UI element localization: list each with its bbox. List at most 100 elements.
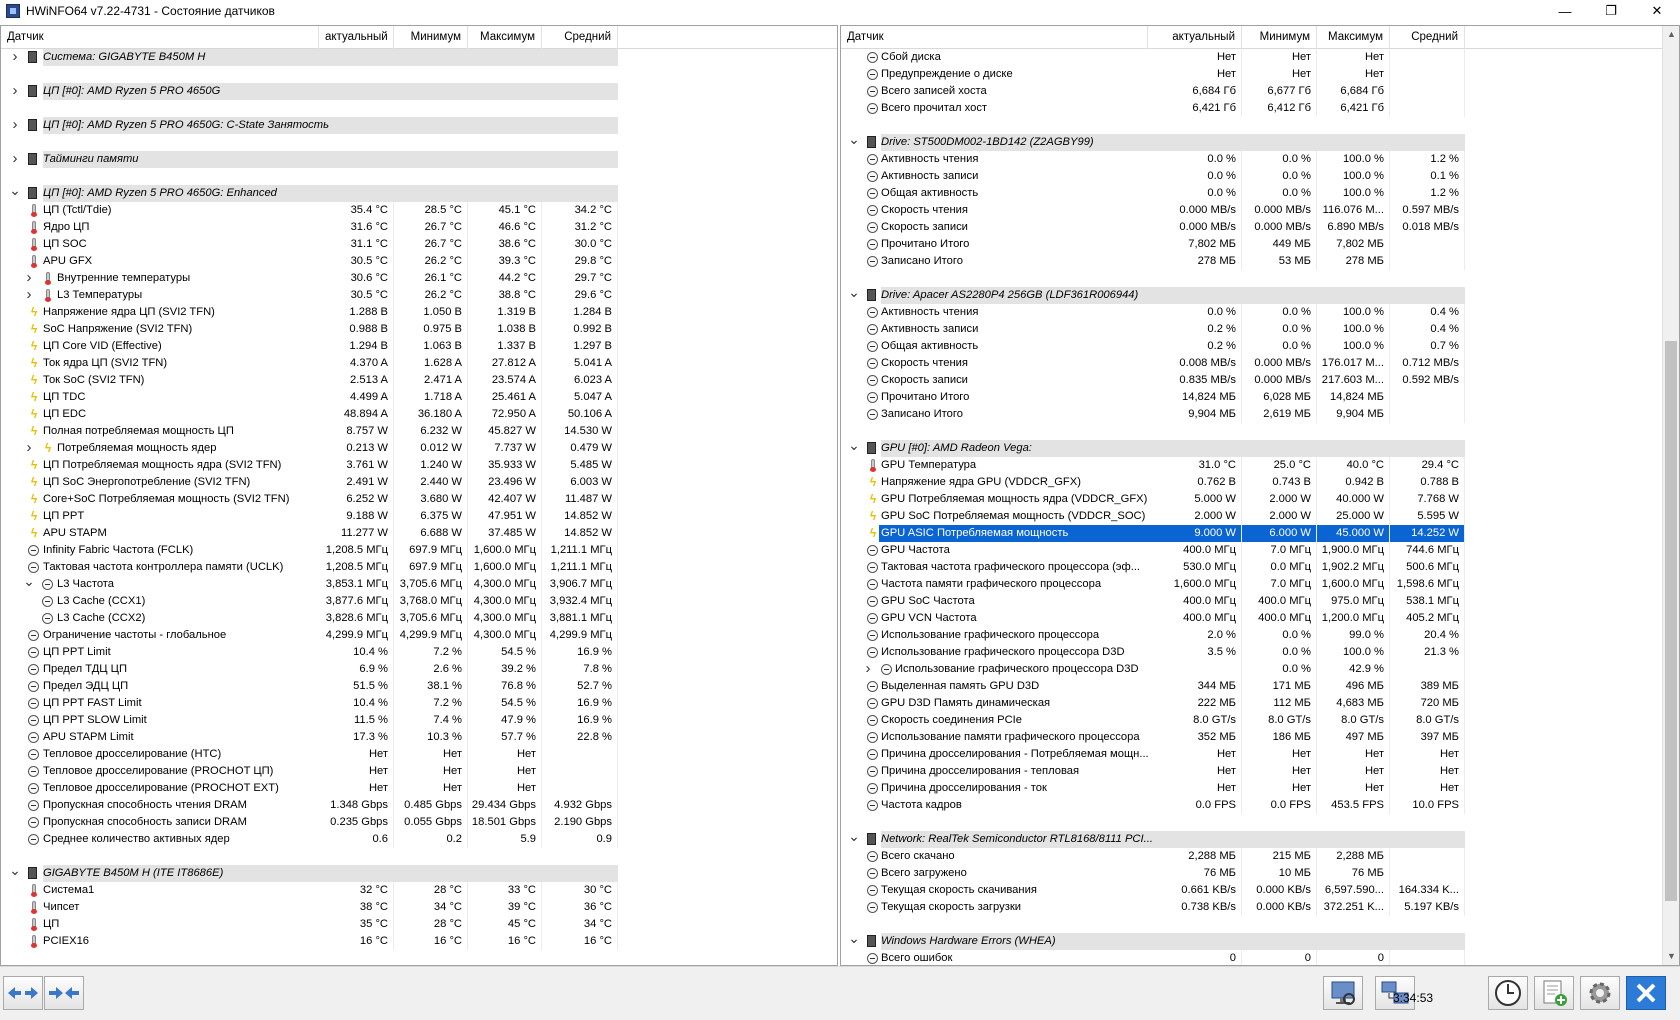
right-sensor-pane[interactable]: Датчик актуальный Минимум Максимум Средн… (840, 25, 1680, 966)
sensor-row[interactable]: Частота кадров 0.0 FPS 0.0 FPS 453.5 FPS 10.… (841, 797, 1465, 814)
sensor-row[interactable]: Сбой диска Нет Нет Нет (841, 49, 1465, 66)
sensor-row[interactable]: ϟ APU STAPM 11.277 W 6.688 W 37.485 W 14.852 … (1, 525, 618, 542)
timer-reset-button[interactable] (1488, 976, 1528, 1010)
sensor-group-row[interactable]: › Тайминги памяти (1, 151, 618, 168)
expand-chevron-icon[interactable]: › (23, 440, 35, 457)
sensor-row[interactable]: Предел ТДЦ ЦП 6.9 % 2.6 % 39.2 % 7.8 % (1, 661, 618, 678)
left-sensor-pane[interactable]: Датчик актуальный Минимум Максимум Средн… (0, 25, 838, 966)
sensor-row[interactable]: Пропускная способность записи DRAM 0.235 … (1, 814, 618, 831)
collapse-chevron-icon[interactable]: ⌄ (9, 863, 21, 882)
expand-chevron-icon[interactable]: › (23, 270, 35, 287)
sensor-row[interactable]: Система1 32 °C 28 °C 33 °C 30 °C (1, 882, 618, 899)
sensor-row[interactable]: GPU SoC Частота 400.0 МГц 400.0 МГц 975.0 М… (841, 593, 1465, 610)
sensor-row[interactable]: Infinity Fabric Частота (FCLK) 1,208.5 МГ… (1, 542, 618, 559)
sensor-row[interactable]: Ограничение частоты - глобальное 4,299.9 … (1, 627, 618, 644)
sensor-row[interactable]: Тактовая частота контроллера памяти (UCL… (1, 559, 618, 576)
collapse-chevron-icon[interactable]: ⌄ (848, 132, 860, 151)
expand-chevron-icon[interactable]: › (862, 661, 874, 678)
sensor-row[interactable]: ϟ Напряжение ядра GPU (VDDCR_GFX) 0.762 В0… (841, 474, 1465, 491)
col-max[interactable]: Максимум (1317, 26, 1390, 49)
expand-chevron-icon[interactable]: › (9, 83, 21, 100)
sensor-row[interactable]: Чипсет 38 °C 34 °C 39 °C 36 °C (1, 899, 618, 916)
sensor-group-row[interactable]: ⌄ ЦП [#0]: AMD Ryzen 5 PRO 4650G: Enhance… (1, 183, 618, 202)
sensor-row[interactable]: ϟ ЦП Core VID (Effective) 1.294 В 1.063 В 1.… (1, 338, 618, 355)
sensor-row[interactable]: › L3 Температуры 30.5 °C 26.2 °C 38.8 °C 29.6… (1, 287, 618, 304)
sensor-row[interactable]: Скорость чтения 0.008 MB/s 0.000 MB/s 176.0… (841, 355, 1465, 372)
sensor-row[interactable]: Всего скачано 2,288 МБ 215 МБ 2,288 МБ (841, 848, 1465, 865)
scrollbar-thumb[interactable] (1665, 341, 1677, 901)
sensor-row[interactable]: L3 Cache (CCX1) 3,877.6 МГц 3,768.0 МГц 4,3… (1, 593, 618, 610)
sensor-row[interactable]: › Использование графического процессора D… (841, 661, 1465, 678)
sensor-row[interactable]: Скорость записи 0.000 MB/s 0.000 MB/s 6.890… (841, 219, 1465, 236)
sensor-row[interactable]: L3 Cache (CCX2) 3,828.6 МГц 3,705.6 МГц 4,3… (1, 610, 618, 627)
settings-button[interactable] (1580, 976, 1620, 1010)
sensor-row[interactable]: ϟ ЦП TDC 4.499 A 1.718 A 25.461 A 5.047 A (1, 389, 618, 406)
col-max[interactable]: Максимум (468, 26, 542, 49)
vertical-scrollbar[interactable]: ▲ ▼ (1662, 26, 1679, 965)
collapse-chevron-icon[interactable]: ⌄ (23, 574, 35, 593)
sensor-row[interactable]: ϟ ЦП PPT 9.188 W 6.375 W 47.951 W 14.852 W (1, 508, 618, 525)
sensor-row[interactable]: Записано Итого 9,904 МБ 2,619 МБ 9,904 МБ (841, 406, 1465, 423)
sensor-row[interactable]: Тепловое дросселирование (PROCHOT ЦП) Нет… (1, 763, 618, 780)
sensor-group-row[interactable]: ⌄ Network: RealTek Semiconductor RTL8168/… (841, 829, 1465, 848)
sensor-row[interactable]: Предупреждение о диске Нет Нет Нет (841, 66, 1465, 83)
expand-chevron-icon[interactable]: › (23, 287, 35, 304)
close-button[interactable]: ✕ (1634, 0, 1680, 22)
sensor-row[interactable]: ЦП PPT Limit 10.4 % 7.2 % 54.5 % 16.9 % (1, 644, 618, 661)
sensor-row[interactable]: ϟ Ток ядра ЦП (SVI2 TFN) 4.370 A 1.628 A 27.… (1, 355, 618, 372)
close-sensors-button[interactable] (1626, 976, 1666, 1010)
sensor-row[interactable]: Скорость соединения PCIe 8.0 GT/s 8.0 GT/s… (841, 712, 1465, 729)
sensor-row[interactable]: ЦП PPT SLOW Limit 11.5 % 7.4 % 47.9 % 16.9 % (1, 712, 618, 729)
sensor-row[interactable]: Тепловое дросселирование (PROCHOT EXT) Не… (1, 780, 618, 797)
collapse-chevron-icon[interactable]: ⌄ (848, 438, 860, 457)
sensor-row[interactable]: Всего ошибок 0 0 0 (841, 950, 1465, 965)
sensor-row[interactable]: ЦП PPT FAST Limit 10.4 % 7.2 % 54.5 % 16.9 % (1, 695, 618, 712)
col-min[interactable]: Минимум (394, 26, 468, 49)
sensor-row[interactable]: Прочитано Итого 14,824 МБ 6,028 МБ 14,824 М… (841, 389, 1465, 406)
sensor-row[interactable]: ϟ ЦП SoC Энергопотребление (SVI2 TFN) 2.49… (1, 474, 618, 491)
scroll-down-icon[interactable]: ▼ (1663, 948, 1679, 965)
sensor-row[interactable]: GPU Частота 400.0 МГц 7.0 МГц 1,900.0 МГц 74… (841, 542, 1465, 559)
sensor-row[interactable]: Причина дросселирования - ток Нет Нет Нет Не… (841, 780, 1465, 797)
sensor-row[interactable]: Среднее количество активных ядер 0.6 0.2 5.… (1, 831, 618, 848)
sensor-row[interactable]: Всего прочитал хост 6,421 Гб 6,412 Гб 6,421… (841, 100, 1465, 117)
sensor-row[interactable]: ϟ GPU ASIC Потребляемая мощность 9.000 W 6.… (841, 525, 1465, 542)
sensor-row[interactable]: Причина дросселирования - тепловая Нет Нет… (841, 763, 1465, 780)
sensor-row[interactable]: ⌄ L3 Частота 3,853.1 МГц 3,705.6 МГц 4,300.0… (1, 574, 618, 593)
sensor-row[interactable]: ϟ SoC Напряжение (SVI2 TFN) 0.988 В 0.975 В… (1, 321, 618, 338)
sensor-row[interactable]: ϟ Ток SoC (SVI2 TFN) 2.513 A 2.471 A 23.574 … (1, 372, 618, 389)
sensor-row[interactable]: Предел ЭДЦ ЦП 51.5 % 38.1 % 76.8 % 52.7 % (1, 678, 618, 695)
sensor-row[interactable]: Всего записей хоста 6,684 Гб 6,677 Гб 6,684… (841, 83, 1465, 100)
sensor-row[interactable]: Тактовая частота графического процессора… (841, 559, 1465, 576)
sensor-row[interactable]: Активность чтения 0.0 % 0.0 % 100.0 % 1.2 % (841, 151, 1465, 168)
sensor-row[interactable]: ϟ ЦП EDC 48.894 A 36.180 A 72.950 A 50.106 A (1, 406, 618, 423)
sensor-row[interactable]: ЦП SOC 31.1 °C 26.7 °C 38.6 °C 30.0 °C (1, 236, 618, 253)
expand-chevron-icon[interactable]: › (9, 49, 21, 66)
sensor-row[interactable]: PCIEX16 16 °C 16 °C 16 °C 16 °C (1, 933, 618, 950)
sensor-group-row[interactable]: › ЦП [#0]: AMD Ryzen 5 PRO 4650G: C-State… (1, 117, 618, 134)
logging-button[interactable] (1534, 976, 1574, 1010)
sensor-row[interactable]: Использование графического процессора 2.0… (841, 627, 1465, 644)
sensor-row[interactable]: Частота памяти графического процессора 1,… (841, 576, 1465, 593)
scroll-up-icon[interactable]: ▲ (1663, 26, 1679, 43)
sensor-row[interactable]: ЦП (Tctl/Tdie) 35.4 °C 28.5 °C 45.1 °C 34.2 … (1, 202, 618, 219)
collapse-chevron-icon[interactable]: ⌄ (848, 931, 860, 950)
network-monitor-button[interactable] (1323, 976, 1363, 1010)
sensor-group-row[interactable]: ⌄ GIGABYTE B450M H (ITE IT8686E) (1, 863, 618, 882)
sensor-row[interactable]: APU GFX 30.5 °C 26.2 °C 39.3 °C 29.8 °C (1, 253, 618, 270)
sensor-row[interactable]: Тепловое дросселирование (HTC) Нет Нет Нет (1, 746, 618, 763)
collapse-chevron-icon[interactable]: ⌄ (848, 285, 860, 304)
sensor-row[interactable]: ϟ Полная потребляемая мощность ЦП 8.757 W6… (1, 423, 618, 440)
sensor-row[interactable]: › ϟ Потребляемая мощность ядер 0.213 W 0.012… (1, 440, 618, 457)
sensor-row[interactable]: ϟ Core+SoC Потребляемая мощность (SVI2 TF… (1, 491, 618, 508)
sensor-group-row[interactable]: ⌄ Drive: ST500DM002-1BD142 (Z2AGBY99) (841, 132, 1465, 151)
sensor-group-row[interactable]: › Система: GIGABYTE B450M H (1, 49, 618, 66)
sensor-row[interactable]: ϟ GPU Потребляемая мощность ядра (VDDCR_G… (841, 491, 1465, 508)
sensor-row[interactable]: GPU VCN Частота 400.0 МГц 400.0 МГц 1,200.0… (841, 610, 1465, 627)
sensor-row[interactable]: Текущая скорость загрузки 0.738 KB/s 0.000… (841, 899, 1465, 916)
sensor-row[interactable]: Использование памяти графического процес… (841, 729, 1465, 746)
col-sensor[interactable]: Датчик (1, 26, 319, 49)
sensor-group-row[interactable]: ⌄ Drive: Apacer AS2280P4 256GB (LDF361R00… (841, 285, 1465, 304)
expand-chevron-icon[interactable]: › (9, 117, 21, 134)
sensor-row[interactable]: Пропускная способность чтения DRAM 1.348 … (1, 797, 618, 814)
